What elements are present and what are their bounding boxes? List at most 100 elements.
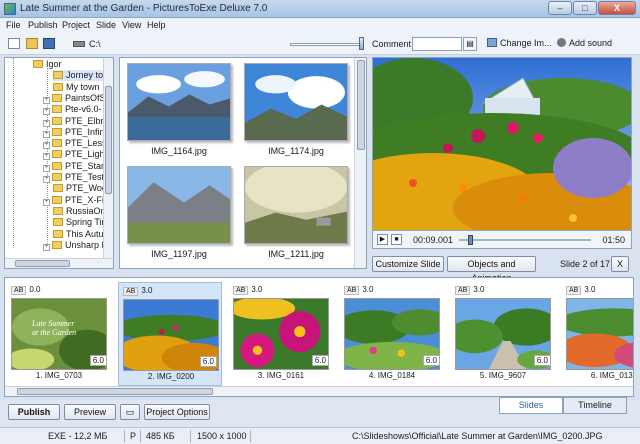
project-options-button[interactable]: Project Options [144, 404, 210, 420]
comment-edit-icon[interactable]: ▤ [463, 37, 477, 51]
slide-item[interactable]: AB 3.0 6.0 2. IMG_0200 [118, 282, 222, 386]
tree-folder-label: PTE_Woo [66, 183, 107, 194]
tree-folder[interactable]: + PTE_Starr [43, 161, 107, 172]
slide-label: 2. IMG_0200 [147, 372, 195, 381]
tree-folder[interactable]: Jorney to [53, 70, 104, 82]
publish-button[interactable]: Publish [8, 404, 60, 420]
file-vertical-scrollbar[interactable] [354, 58, 366, 268]
expand-icon[interactable]: + [43, 164, 50, 172]
tree-folder[interactable]: Spring Tir [53, 217, 105, 228]
tree-folder[interactable]: + PTE_Test [43, 172, 104, 183]
menu-slide[interactable]: Slide [96, 20, 116, 30]
thumbnail-size-slider[interactable] [290, 43, 364, 46]
slide-header: AB 3.0 [566, 285, 595, 295]
file-browser[interactable]: IMG_1164.jpg IMG_1174.jpg IMG_1197.jpg IMG_… [119, 57, 367, 269]
tree-folder-label: Pte-v6.0- [65, 104, 102, 115]
expand-icon[interactable]: + [43, 153, 50, 161]
tree-folder-label: Igor [46, 59, 62, 69]
tree-horizontal-scrollbar[interactable] [5, 258, 113, 268]
add-sound-button[interactable]: Add sound [557, 38, 612, 48]
comment-input[interactable] [412, 37, 462, 51]
menu-help[interactable]: Help [147, 20, 166, 30]
tree-folder[interactable]: + PTE_Light [43, 149, 107, 161]
tree-vertical-scrollbar[interactable] [103, 58, 113, 258]
drive-icon[interactable] [73, 41, 85, 47]
tree-folder[interactable]: My town [53, 82, 100, 93]
folder-tree[interactable]: Igor Jorney to My town + PaintsOfS + Pte-v6.0-… [4, 57, 114, 269]
tree-folder[interactable]: + PTE_Infin [43, 127, 105, 138]
change-image-label: Change Im... [500, 38, 552, 48]
play-icon[interactable]: ▶ [377, 234, 388, 245]
folder-icon [52, 105, 62, 114]
tree-folder[interactable]: + PTE_Elbru [43, 116, 109, 127]
tree-folder[interactable]: + Pte-v6.0- [43, 104, 102, 116]
transition-badge[interactable]: AB [455, 286, 471, 295]
menu-view[interactable]: View [122, 20, 141, 30]
transition-badge[interactable]: AB [344, 286, 360, 295]
expand-icon[interactable]: + [43, 142, 50, 150]
tab-timeline[interactable]: Timeline [563, 397, 627, 414]
expand-icon[interactable]: + [43, 119, 50, 127]
menu-file[interactable]: File [6, 20, 21, 30]
change-image-button[interactable]: Change Im... [487, 38, 552, 48]
thumbnail-size-slider-handle[interactable] [359, 37, 364, 50]
close-window-button[interactable]: X [598, 1, 636, 15]
folder-icon [53, 229, 63, 238]
stop-icon[interactable]: ■ [391, 234, 402, 245]
close-preview-button[interactable]: X [611, 256, 629, 272]
status-output-format: EXE - 12,2 МБ [48, 431, 108, 441]
expand-icon[interactable]: + [43, 108, 50, 116]
tree-folder[interactable]: PTE_Woo [53, 183, 107, 194]
menu-publish[interactable]: Publish [28, 20, 58, 30]
tree-hscroll-thumb[interactable] [15, 260, 70, 267]
transition-badge[interactable]: AB [123, 287, 139, 296]
transition-badge[interactable]: AB [233, 286, 249, 295]
expand-icon[interactable]: + [43, 130, 50, 138]
tree-folder-label: PTE_Starr [65, 160, 108, 171]
tree-folder[interactable]: + PTE_Lesso [43, 138, 112, 150]
expand-icon[interactable]: + [43, 243, 50, 251]
expand-icon[interactable]: + [43, 96, 50, 104]
tree-folder[interactable]: + PTE_X-Fil [43, 195, 106, 206]
tab-slides[interactable]: Slides [499, 397, 563, 414]
playback-position-handle[interactable] [467, 235, 473, 245]
transition-badge[interactable]: AB [11, 286, 27, 295]
tree-folder[interactable]: This Autu [53, 229, 104, 240]
new-file-icon[interactable] [8, 38, 20, 49]
tree-folder[interactable]: + Unsharp I [43, 240, 104, 251]
file-scroll-thumb[interactable] [357, 60, 365, 150]
file-thumbnail[interactable]: IMG_1197.jpg [127, 166, 231, 259]
open-folder-icon[interactable] [26, 38, 38, 49]
file-thumbnail[interactable]: IMG_1164.jpg [127, 63, 231, 156]
slide-list-scroll-thumb[interactable] [17, 388, 213, 395]
customize-slide-button[interactable]: Customize Slide [372, 256, 444, 272]
menu-project[interactable]: Project [62, 20, 90, 30]
save-icon[interactable] [43, 38, 55, 49]
tree-guide-line [13, 58, 14, 248]
slide-list[interactable]: AB 0.0 Late Summer at the Garden 6.0 1. IMG_… [4, 277, 634, 397]
tree-folder[interactable]: + PaintsOfS [43, 93, 106, 104]
slide-item[interactable]: AB 3.0 6.0 3. IMG_0161 [229, 282, 333, 386]
file-thumbnail[interactable]: IMG_1174.jpg [244, 63, 348, 156]
tree-folder[interactable]: RussiaOn [53, 206, 106, 217]
preview-button[interactable]: Preview [64, 404, 116, 420]
tree-scroll-thumb[interactable] [105, 86, 112, 194]
slide-item[interactable]: AB3.06.06. IMG_0133 [562, 282, 633, 386]
file-thumbnail[interactable]: IMG_1211.jpg [244, 166, 348, 259]
slide-item[interactable]: AB 3.0 6.0 5. IMG_9607 [451, 282, 555, 386]
slide-item[interactable]: AB 0.0 Late Summer at the Garden 6.0 1. IMG_… [7, 282, 111, 386]
slide-item[interactable]: AB 3.0 6.0 4. IMG_0184 [340, 282, 444, 386]
maximize-button[interactable]: □ [573, 1, 597, 15]
expand-icon[interactable]: + [43, 198, 50, 206]
expand-icon[interactable]: + [43, 176, 50, 183]
minimize-button[interactable]: – [548, 1, 572, 15]
tree-folder[interactable]: Igor [33, 59, 62, 70]
slide-header: AB 3.0 [123, 286, 152, 296]
transition-duration: 3.0 [584, 285, 596, 294]
fullscreen-preview-button[interactable]: ▭ [120, 404, 140, 420]
slide-list-scrollbar[interactable] [5, 386, 633, 396]
objects-animation-button[interactable]: Objects and Animation [447, 256, 536, 283]
transition-duration: 0.0 [29, 285, 41, 294]
playback-track[interactable] [459, 239, 591, 241]
transition-badge[interactable]: AB [566, 286, 582, 295]
